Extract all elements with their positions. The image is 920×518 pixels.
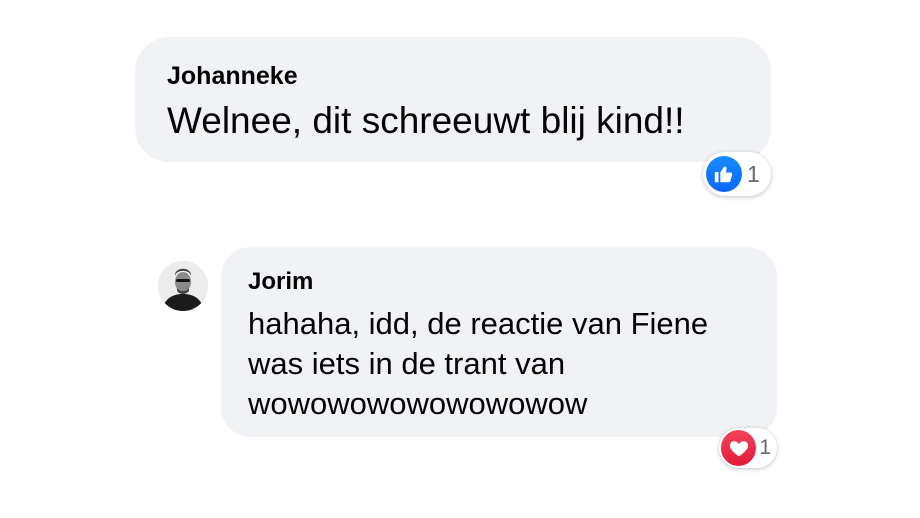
comment-bubble-johanneke: Johanneke Welnee, dit schreeuwt blij kin… bbox=[135, 37, 771, 162]
avatar-icon bbox=[158, 261, 208, 311]
comment-text: Welnee, dit schreeuwt blij kind!! bbox=[167, 100, 685, 141]
reaction-summary[interactable]: 1 bbox=[703, 152, 771, 196]
avatar[interactable] bbox=[158, 261, 208, 311]
reaction-summary[interactable]: 1 bbox=[719, 428, 777, 468]
comment-author[interactable]: Jorim bbox=[248, 267, 313, 297]
reaction-count: 1 bbox=[747, 160, 760, 187]
comment-bubble-jorim: Jorim hahaha, idd, de reactie van Fiene … bbox=[221, 247, 777, 437]
like-icon bbox=[706, 156, 742, 192]
comment-author[interactable]: Johanneke bbox=[167, 61, 298, 91]
love-icon bbox=[721, 430, 757, 466]
reaction-count: 1 bbox=[759, 436, 771, 459]
comment-text: hahaha, idd, de reactie van Fiene was ie… bbox=[248, 306, 709, 421]
